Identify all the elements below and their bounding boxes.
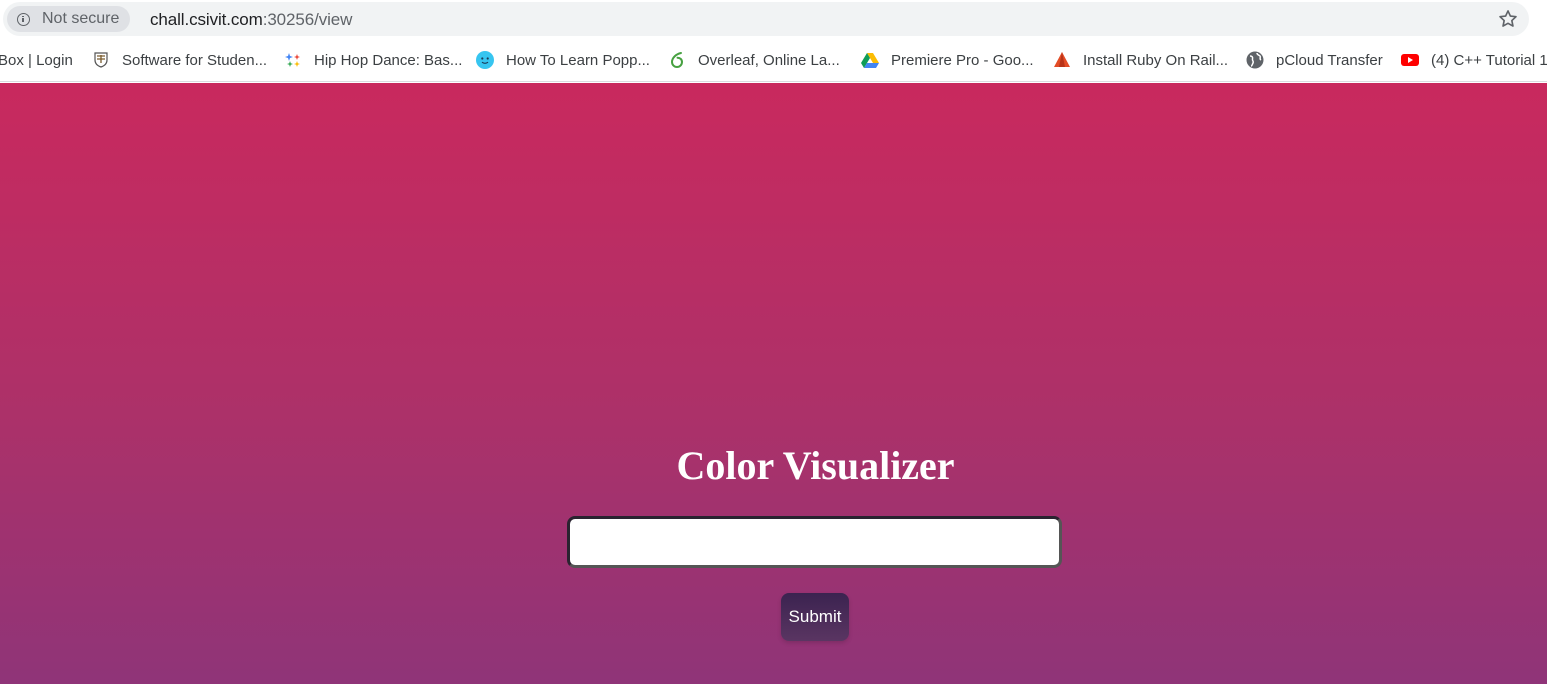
bookmarks-bar: Box | Login Software for Studen... Hip H…: [0, 40, 1547, 82]
overleaf-icon: [668, 51, 686, 69]
google-drive-icon: [861, 51, 879, 69]
security-label: Not secure: [42, 10, 120, 27]
url-path: :30256/view: [262, 10, 353, 29]
bookmark-box-login[interactable]: Box | Login: [0, 50, 73, 70]
bookmark-label: Premiere Pro - Goo...: [891, 51, 1034, 69]
bookmark-label: Overleaf, Online La...: [698, 51, 840, 69]
bookmark-label: Box | Login: [0, 51, 73, 69]
bookmark-label: Software for Studen...: [122, 51, 268, 69]
ruby-icon: [1053, 51, 1071, 69]
bookmark-label: How To Learn Popp...: [506, 51, 650, 69]
security-chip[interactable]: Not secure: [7, 6, 131, 32]
bookmark-label: pCloud Transfer: [1276, 51, 1383, 69]
globe-icon: [1246, 51, 1264, 69]
bookmark-hip-hop-dance[interactable]: Hip Hop Dance: Bas...: [284, 50, 462, 70]
bookmark-install-ruby-on-rails[interactable]: Install Ruby On Rail...: [1053, 50, 1228, 70]
bookmark-overleaf[interactable]: Overleaf, Online La...: [668, 50, 840, 70]
bookmark-label: Hip Hop Dance: Bas...: [314, 51, 463, 69]
page-content: Color Visualizer Submit: [0, 83, 1547, 684]
address-bar[interactable]: Not secure chall.csivit.com:30256/view: [3, 2, 1529, 36]
url-text[interactable]: chall.csivit.com:30256/view: [150, 10, 352, 30]
bookmark-cpp-tutorial[interactable]: (4) C++ Tutorial 1: [1401, 50, 1547, 70]
bookmark-label: (4) C++ Tutorial 1: [1431, 51, 1547, 69]
sparkle-icon: [284, 51, 302, 69]
crest-icon: [92, 51, 110, 69]
smiley-icon: [476, 51, 494, 69]
url-host: chall.csivit.com: [150, 10, 263, 29]
page-title: Color Visualizer: [676, 443, 955, 488]
bookmark-how-to-learn-popping[interactable]: How To Learn Popp...: [476, 50, 650, 70]
star-icon[interactable]: [1497, 8, 1519, 30]
browser-toolbar: Not secure chall.csivit.com:30256/view: [0, 0, 1547, 40]
color-input[interactable]: [567, 516, 1062, 568]
submit-button[interactable]: Submit: [781, 593, 849, 641]
bookmark-pcloud-transfer[interactable]: pCloud Transfer: [1246, 50, 1383, 70]
bookmark-label: Install Ruby On Rail...: [1083, 51, 1229, 69]
bookmark-software-for-students[interactable]: Software for Studen...: [92, 50, 267, 70]
bookmark-premiere-pro-drive[interactable]: Premiere Pro - Goo...: [861, 50, 1034, 70]
info-icon: [17, 12, 30, 26]
youtube-icon: [1401, 51, 1419, 69]
